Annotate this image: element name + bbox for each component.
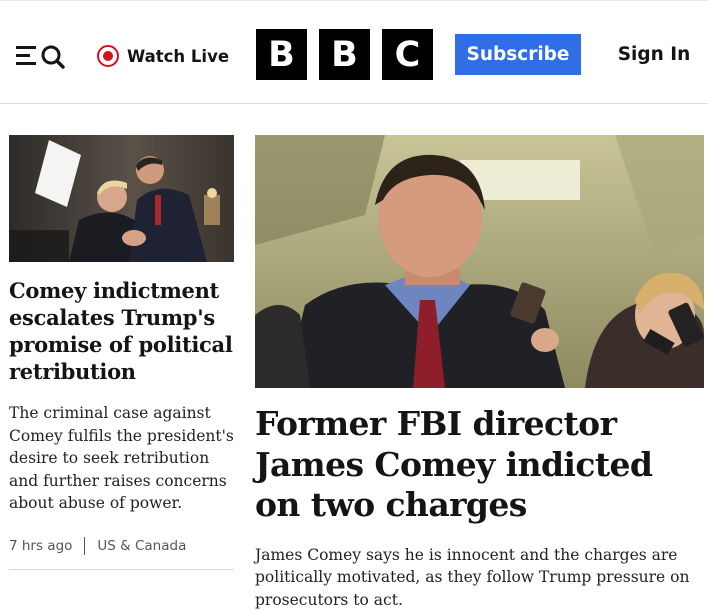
story-timestamp: 7 hrs ago [9, 537, 73, 554]
left-story-headline[interactable]: Comey indictment escalates Trump's promi… [9, 277, 234, 385]
subscribe-button[interactable]: Subscribe [455, 34, 581, 75]
watch-live-label: Watch Live [127, 46, 230, 66]
bbc-logo[interactable]: B B C [256, 29, 433, 80]
main-story-summary: James Comey says he is innocent and the … [255, 545, 690, 609]
main-story-card[interactable]: Former FBI director James Comey indicted… [255, 135, 705, 611]
live-record-icon [97, 45, 119, 67]
watch-live-link[interactable]: Watch Live [97, 40, 229, 72]
main-story-image[interactable] [255, 135, 704, 388]
menu-search-icon [16, 45, 65, 69]
left-story-meta: 7 hrs ago US & Canada [9, 536, 234, 570]
story-category-link[interactable]: US & Canada [97, 538, 186, 554]
left-story-card[interactable]: Comey indictment escalates Trump's promi… [9, 135, 234, 570]
sign-in-button[interactable]: Sign In [610, 34, 698, 75]
menu-search-button[interactable] [14, 40, 68, 72]
meta-divider [84, 536, 86, 555]
site-header: Watch Live B B C Subscribe Sign In [0, 4, 708, 104]
left-story-image[interactable] [9, 135, 234, 262]
main-story-headline[interactable]: Former FBI director James Comey indicted… [255, 404, 705, 526]
logo-letter-b1: B [256, 29, 307, 80]
logo-letter-b2: B [319, 29, 370, 80]
logo-letter-c: C [382, 29, 433, 80]
left-story-summary: The criminal case against Comey fulfils … [9, 404, 234, 512]
